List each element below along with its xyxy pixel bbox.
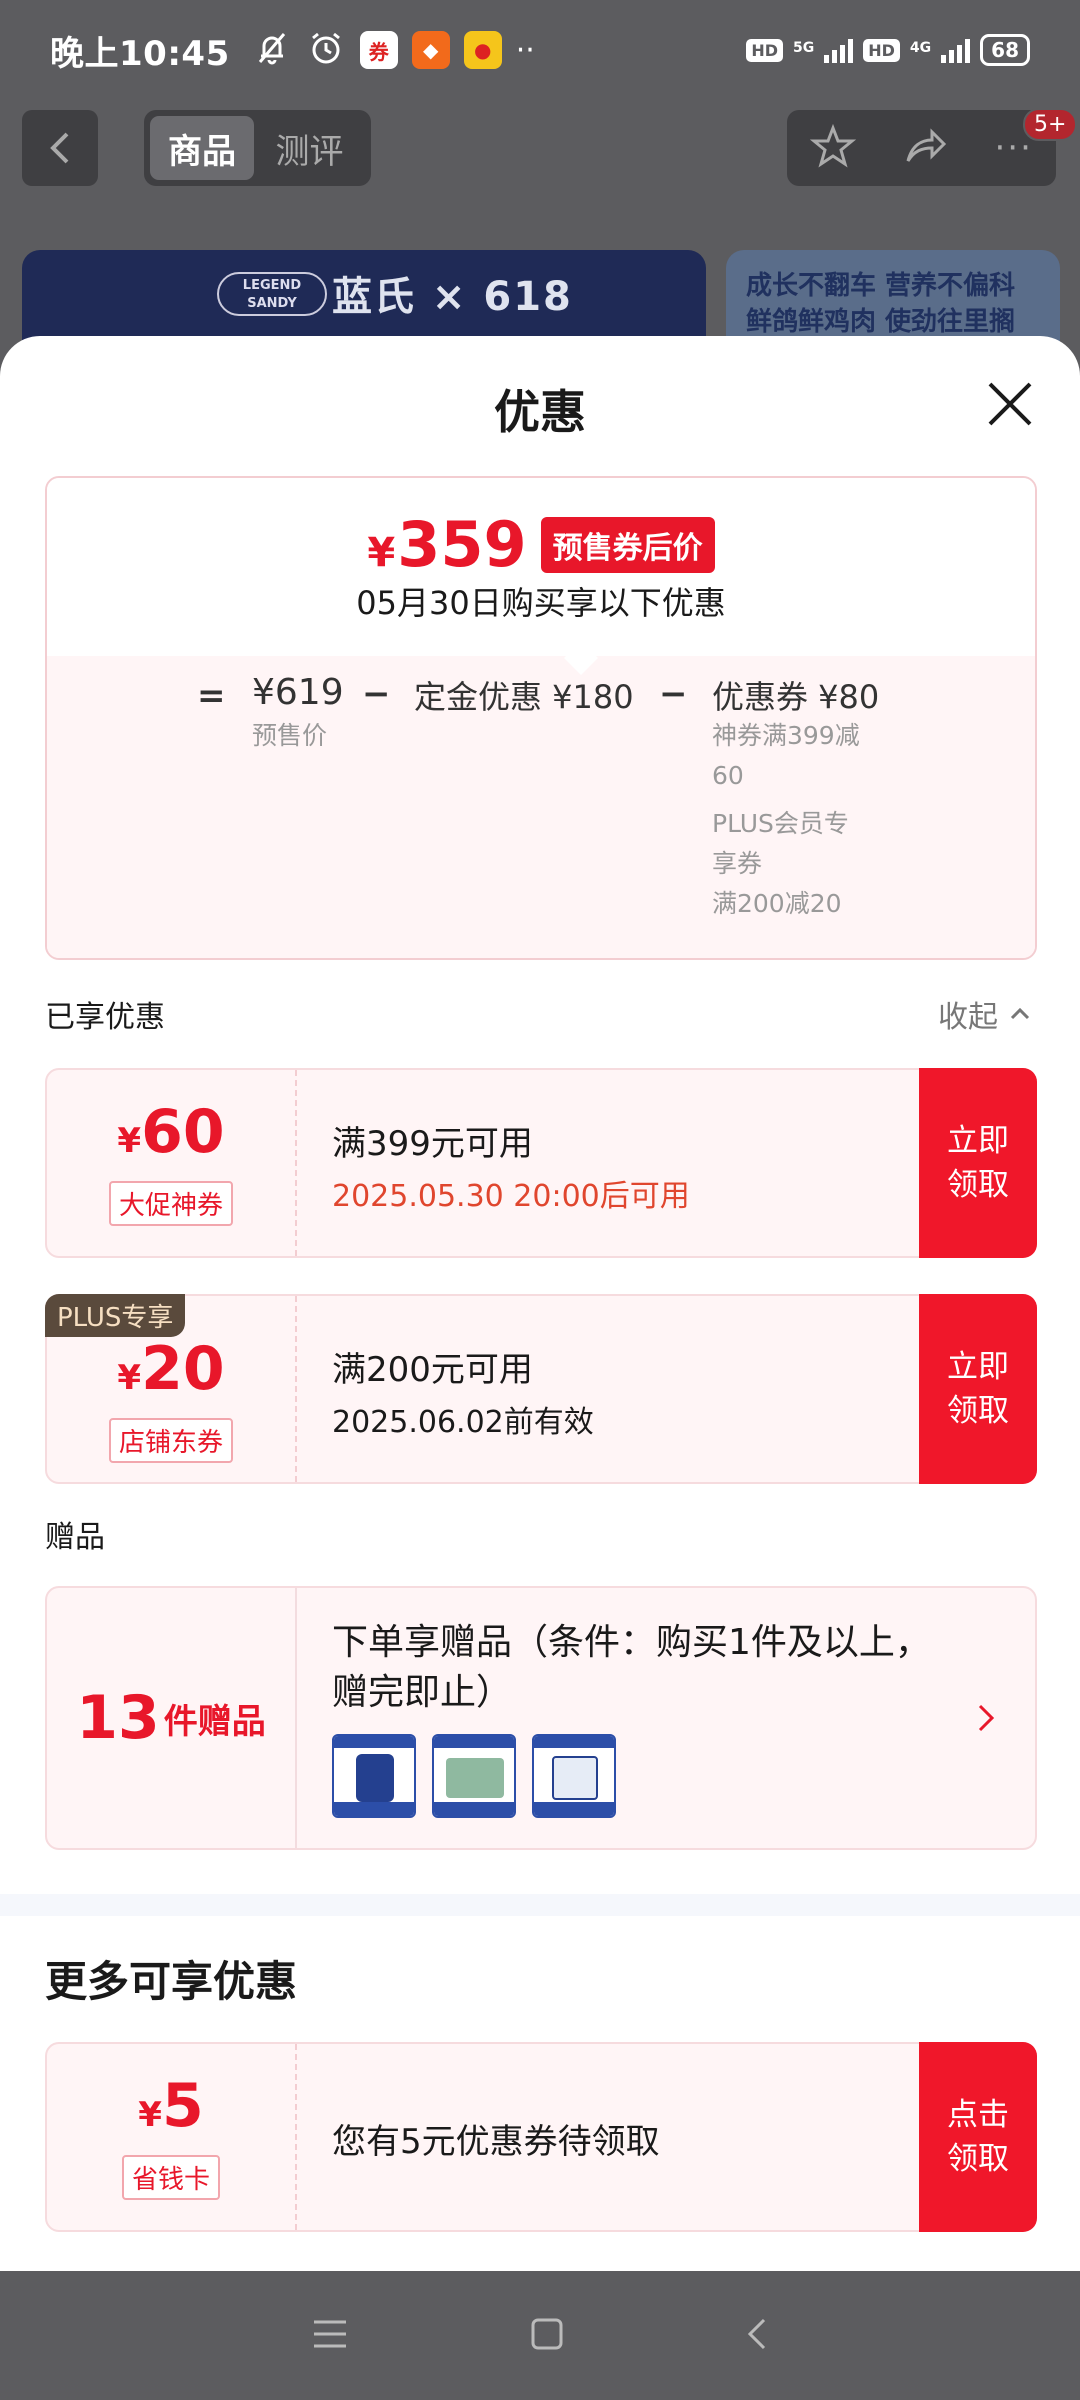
gift-count: 13 [76,1683,160,1753]
chevron-right-icon[interactable] [975,1698,997,1744]
chevron-left-icon [50,132,69,164]
brand-banner: LEGEND SANDY 蓝氏 × 618 [22,250,706,350]
app-notification-icon: ◆ [411,31,450,69]
gift-card[interactable]: 13 件赠品 下单享赠品（条件：购买1件及以上，赠完即止） [45,1586,1037,1850]
menu-icon[interactable] [310,2317,350,2355]
gifts-label: 赠品 [45,1520,105,1555]
savings-card-tag: 省钱卡 [121,2155,220,2200]
equals-sign: = [197,676,226,716]
favorite-star-icon[interactable] [809,123,857,173]
price-summary: ¥359 预售券后价 05月30日购买享以下优惠 = ¥619 预售价 − 定金… [45,476,1037,960]
alarm-icon [306,28,346,72]
back-icon[interactable] [744,2316,770,2356]
minus-sign: − [362,674,391,714]
coupon-detail: 满200减20 [712,889,842,918]
coupon-card: ¥20 店铺东券 满200元可用 2025.06.02前有效 立即领取 [45,1294,1037,1484]
gift-thumbnail[interactable] [532,1734,616,1818]
status-bar: 晚上10:45 券 ◆ ● ·· HD 5G HD 4G 68 [0,0,1080,100]
coupon-card: ¥60 大促神券 满399元可用 2025.05.30 20:00后可用 立即领… [45,1068,1037,1258]
final-price-tag: 预售券后价 [540,516,715,573]
section-divider [0,1894,1080,1916]
mute-bell-icon [252,28,292,72]
more-notifications-icon: ·· [515,32,535,68]
price-breakdown: = ¥619 预售价 − 定金优惠 ¥180 − 优惠券 ¥80 神券满399减… [47,656,1035,958]
back-button[interactable] [22,110,98,186]
deposit-discount: 定金优惠 ¥180 [414,678,634,716]
coupon-detail: 神券满399减 [712,721,860,750]
savings-amount: ¥5 [138,2071,204,2141]
coupon-condition: 满200元可用 [332,1350,533,1390]
network-type-4g: 4G [909,40,932,56]
promo-line-2: 鲜鸽鲜鸡肉 使劲往里搁 [746,307,1016,337]
weibo-icon: ● [463,31,502,69]
close-icon [988,382,1032,426]
hd-indicator-2: HD [863,38,900,62]
buy-date-note: 05月30日购买享以下优惠 [356,584,726,622]
coupon-validity: 2025.06.02前有效 [332,1405,594,1440]
claim-coupon-button[interactable]: 立即领取 [919,1068,1037,1258]
plus-exclusive-tag: PLUS专享 [45,1294,186,1337]
coupon-amount: ¥20 [117,1334,225,1404]
coupon-detail: PLUS会员专 [712,809,849,838]
gift-thumbnail[interactable] [432,1734,516,1818]
coupon-discount: 优惠券 ¥80 [712,678,880,716]
chevron-up-icon [1010,1007,1030,1020]
sheet-title: 优惠 [494,385,586,439]
coupon-validity: 2025.05.30 20:00后可用 [332,1179,690,1214]
coupon-detail: 享券 [712,849,763,878]
more-discounts-title: 更多可享优惠 [45,1957,298,2006]
home-icon[interactable] [529,2316,565,2356]
presale-price-label: 预售价 [252,721,328,750]
coupon-detail: 60 [712,761,744,790]
promo-banner: 成长不翻车 营养不偏科 鲜鸽鲜鸡肉 使劲往里搁 [726,250,1060,350]
system-nav-bar [0,2271,1080,2400]
claim-coupon-button[interactable]: 立即领取 [919,1294,1037,1484]
signal-bars-icon [941,37,971,63]
collapse-toggle[interactable]: 收起 [938,992,1032,1036]
coupon-type-tag: 大促神券 [108,1181,233,1226]
enjoyed-discounts-label: 已享优惠 [45,1000,165,1035]
app-notification-icon: 券 [359,31,398,69]
final-price: ¥359 [367,508,527,581]
hd-indicator: HD [746,38,784,62]
battery-indicator: 68 [980,34,1030,66]
gift-description: 下单享赠品（条件：购买1件及以上，赠完即止） [332,1622,931,1713]
coupon-amount: ¥60 [117,1097,225,1167]
savings-text: 您有5元优惠券待领取 [332,2122,660,2162]
top-tabs: 商品 测评 [144,110,371,186]
signal-bars-icon [824,37,854,63]
network-type-5g: 5G [793,40,815,56]
coupon-condition: 满399元可用 [332,1124,533,1164]
brand-logo: LEGEND SANDY [217,272,327,316]
brand-title: 蓝氏 × 618 [332,274,573,320]
share-icon[interactable] [902,123,948,173]
minus-sign: − [659,674,688,714]
tab-review[interactable]: 测评 [254,124,365,173]
nav-actions: ··· [787,110,1056,186]
message-count-badge: 5+ [1023,108,1078,141]
gift-thumbnail[interactable] [332,1734,416,1818]
gift-unit: 件赠品 [163,1701,266,1742]
claim-savings-button[interactable]: 点击领取 [919,2042,1037,2232]
collapse-label: 收起 [938,1000,998,1035]
promo-line-1: 成长不翻车 营养不偏科 [746,271,1016,301]
savings-card: ¥5 省钱卡 您有5元优惠券待领取 点击领取 [45,2042,1037,2232]
close-button[interactable] [982,376,1038,432]
coupon-type-tag: 店铺东券 [108,1418,233,1463]
status-time: 晚上10:45 [50,33,230,74]
presale-price: ¥619 [252,672,344,713]
discount-sheet: 优惠 ¥359 预售券后价 05月30日购买享以下优惠 = ¥619 预售价 −… [0,336,1080,2271]
tab-product[interactable]: 商品 [150,116,254,180]
